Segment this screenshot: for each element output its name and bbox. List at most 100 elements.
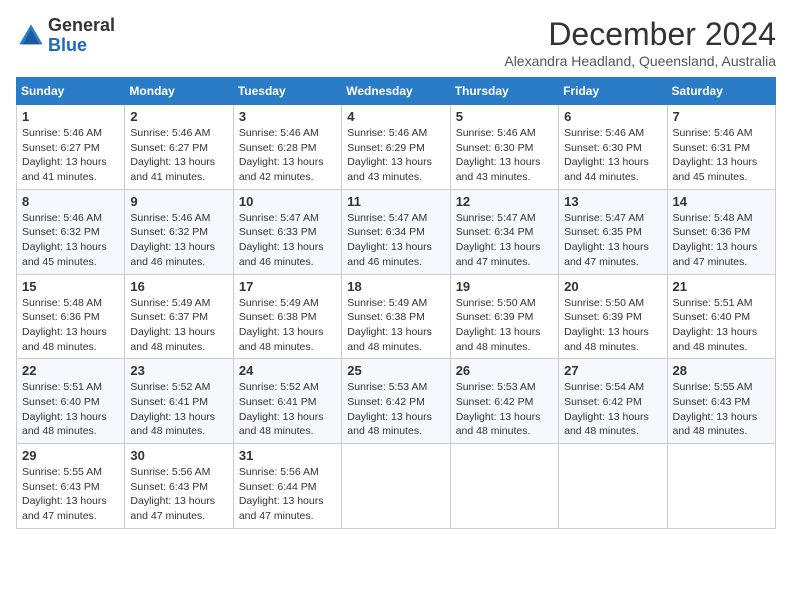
calendar-week-4: 22 Sunrise: 5:51 AMSunset: 6:40 PMDaylig… xyxy=(17,359,776,444)
day-info: Sunrise: 5:47 AMSunset: 6:34 PMDaylight:… xyxy=(347,212,432,268)
day-number: 16 xyxy=(130,279,227,294)
calendar-cell xyxy=(667,444,775,529)
col-header-monday: Monday xyxy=(125,78,233,105)
day-number: 22 xyxy=(22,363,119,378)
calendar-header-row: SundayMondayTuesdayWednesdayThursdayFrid… xyxy=(17,78,776,105)
calendar-cell: 20 Sunrise: 5:50 AMSunset: 6:39 PMDaylig… xyxy=(559,274,667,359)
day-info: Sunrise: 5:51 AMSunset: 6:40 PMDaylight:… xyxy=(673,297,758,353)
calendar-cell: 5 Sunrise: 5:46 AMSunset: 6:30 PMDayligh… xyxy=(450,105,558,190)
calendar-cell: 30 Sunrise: 5:56 AMSunset: 6:43 PMDaylig… xyxy=(125,444,233,529)
calendar-cell: 6 Sunrise: 5:46 AMSunset: 6:30 PMDayligh… xyxy=(559,105,667,190)
day-info: Sunrise: 5:47 AMSunset: 6:33 PMDaylight:… xyxy=(239,212,324,268)
day-info: Sunrise: 5:50 AMSunset: 6:39 PMDaylight:… xyxy=(456,297,541,353)
calendar-cell: 24 Sunrise: 5:52 AMSunset: 6:41 PMDaylig… xyxy=(233,359,341,444)
day-number: 27 xyxy=(564,363,661,378)
day-info: Sunrise: 5:53 AMSunset: 6:42 PMDaylight:… xyxy=(347,381,432,437)
logo-icon xyxy=(16,21,46,51)
col-header-sunday: Sunday xyxy=(17,78,125,105)
day-number: 24 xyxy=(239,363,336,378)
calendar-cell: 13 Sunrise: 5:47 AMSunset: 6:35 PMDaylig… xyxy=(559,189,667,274)
day-number: 26 xyxy=(456,363,553,378)
calendar-cell: 7 Sunrise: 5:46 AMSunset: 6:31 PMDayligh… xyxy=(667,105,775,190)
calendar-cell: 10 Sunrise: 5:47 AMSunset: 6:33 PMDaylig… xyxy=(233,189,341,274)
day-info: Sunrise: 5:56 AMSunset: 6:44 PMDaylight:… xyxy=(239,466,324,522)
day-number: 1 xyxy=(22,109,119,124)
calendar-cell: 2 Sunrise: 5:46 AMSunset: 6:27 PMDayligh… xyxy=(125,105,233,190)
calendar-cell: 17 Sunrise: 5:49 AMSunset: 6:38 PMDaylig… xyxy=(233,274,341,359)
calendar-week-3: 15 Sunrise: 5:48 AMSunset: 6:36 PMDaylig… xyxy=(17,274,776,359)
day-info: Sunrise: 5:46 AMSunset: 6:28 PMDaylight:… xyxy=(239,127,324,183)
day-info: Sunrise: 5:46 AMSunset: 6:32 PMDaylight:… xyxy=(130,212,215,268)
day-number: 10 xyxy=(239,194,336,209)
calendar-cell: 1 Sunrise: 5:46 AMSunset: 6:27 PMDayligh… xyxy=(17,105,125,190)
day-info: Sunrise: 5:46 AMSunset: 6:27 PMDaylight:… xyxy=(130,127,215,183)
day-number: 18 xyxy=(347,279,444,294)
day-number: 2 xyxy=(130,109,227,124)
day-number: 5 xyxy=(456,109,553,124)
calendar-cell: 29 Sunrise: 5:55 AMSunset: 6:43 PMDaylig… xyxy=(17,444,125,529)
day-info: Sunrise: 5:49 AMSunset: 6:38 PMDaylight:… xyxy=(239,297,324,353)
day-info: Sunrise: 5:46 AMSunset: 6:31 PMDaylight:… xyxy=(673,127,758,183)
day-number: 13 xyxy=(564,194,661,209)
day-number: 30 xyxy=(130,448,227,463)
calendar-week-1: 1 Sunrise: 5:46 AMSunset: 6:27 PMDayligh… xyxy=(17,105,776,190)
calendar-cell: 27 Sunrise: 5:54 AMSunset: 6:42 PMDaylig… xyxy=(559,359,667,444)
day-info: Sunrise: 5:46 AMSunset: 6:30 PMDaylight:… xyxy=(564,127,649,183)
day-info: Sunrise: 5:46 AMSunset: 6:30 PMDaylight:… xyxy=(456,127,541,183)
calendar-cell: 25 Sunrise: 5:53 AMSunset: 6:42 PMDaylig… xyxy=(342,359,450,444)
logo-blue-text: Blue xyxy=(48,35,87,55)
day-info: Sunrise: 5:49 AMSunset: 6:37 PMDaylight:… xyxy=(130,297,215,353)
calendar-table: SundayMondayTuesdayWednesdayThursdayFrid… xyxy=(16,77,776,529)
day-info: Sunrise: 5:47 AMSunset: 6:35 PMDaylight:… xyxy=(564,212,649,268)
calendar-cell: 26 Sunrise: 5:53 AMSunset: 6:42 PMDaylig… xyxy=(450,359,558,444)
title-block: December 2024 Alexandra Headland, Queens… xyxy=(504,16,776,69)
calendar-cell: 8 Sunrise: 5:46 AMSunset: 6:32 PMDayligh… xyxy=(17,189,125,274)
calendar-week-5: 29 Sunrise: 5:55 AMSunset: 6:43 PMDaylig… xyxy=(17,444,776,529)
day-number: 4 xyxy=(347,109,444,124)
calendar-week-2: 8 Sunrise: 5:46 AMSunset: 6:32 PMDayligh… xyxy=(17,189,776,274)
day-number: 21 xyxy=(673,279,770,294)
col-header-saturday: Saturday xyxy=(667,78,775,105)
day-number: 15 xyxy=(22,279,119,294)
calendar-cell: 3 Sunrise: 5:46 AMSunset: 6:28 PMDayligh… xyxy=(233,105,341,190)
calendar-cell: 19 Sunrise: 5:50 AMSunset: 6:39 PMDaylig… xyxy=(450,274,558,359)
col-header-tuesday: Tuesday xyxy=(233,78,341,105)
logo-general-text: General xyxy=(48,15,115,35)
day-info: Sunrise: 5:47 AMSunset: 6:34 PMDaylight:… xyxy=(456,212,541,268)
day-number: 6 xyxy=(564,109,661,124)
day-number: 19 xyxy=(456,279,553,294)
day-info: Sunrise: 5:46 AMSunset: 6:32 PMDaylight:… xyxy=(22,212,107,268)
day-info: Sunrise: 5:50 AMSunset: 6:39 PMDaylight:… xyxy=(564,297,649,353)
day-number: 11 xyxy=(347,194,444,209)
calendar-cell: 4 Sunrise: 5:46 AMSunset: 6:29 PMDayligh… xyxy=(342,105,450,190)
calendar-cell: 11 Sunrise: 5:47 AMSunset: 6:34 PMDaylig… xyxy=(342,189,450,274)
day-info: Sunrise: 5:48 AMSunset: 6:36 PMDaylight:… xyxy=(673,212,758,268)
sub-title: Alexandra Headland, Queensland, Australi… xyxy=(504,53,776,69)
logo: General Blue xyxy=(16,16,115,56)
day-info: Sunrise: 5:55 AMSunset: 6:43 PMDaylight:… xyxy=(22,466,107,522)
col-header-friday: Friday xyxy=(559,78,667,105)
calendar-cell: 15 Sunrise: 5:48 AMSunset: 6:36 PMDaylig… xyxy=(17,274,125,359)
day-number: 17 xyxy=(239,279,336,294)
calendar-cell: 12 Sunrise: 5:47 AMSunset: 6:34 PMDaylig… xyxy=(450,189,558,274)
day-number: 20 xyxy=(564,279,661,294)
day-info: Sunrise: 5:52 AMSunset: 6:41 PMDaylight:… xyxy=(130,381,215,437)
calendar-cell: 21 Sunrise: 5:51 AMSunset: 6:40 PMDaylig… xyxy=(667,274,775,359)
calendar-cell: 22 Sunrise: 5:51 AMSunset: 6:40 PMDaylig… xyxy=(17,359,125,444)
day-info: Sunrise: 5:49 AMSunset: 6:38 PMDaylight:… xyxy=(347,297,432,353)
day-info: Sunrise: 5:52 AMSunset: 6:41 PMDaylight:… xyxy=(239,381,324,437)
calendar-cell: 28 Sunrise: 5:55 AMSunset: 6:43 PMDaylig… xyxy=(667,359,775,444)
col-header-wednesday: Wednesday xyxy=(342,78,450,105)
day-number: 23 xyxy=(130,363,227,378)
day-number: 31 xyxy=(239,448,336,463)
day-number: 25 xyxy=(347,363,444,378)
page-header: General Blue December 2024 Alexandra Hea… xyxy=(16,16,776,69)
day-number: 9 xyxy=(130,194,227,209)
day-info: Sunrise: 5:46 AMSunset: 6:27 PMDaylight:… xyxy=(22,127,107,183)
day-number: 8 xyxy=(22,194,119,209)
day-info: Sunrise: 5:54 AMSunset: 6:42 PMDaylight:… xyxy=(564,381,649,437)
calendar-cell: 31 Sunrise: 5:56 AMSunset: 6:44 PMDaylig… xyxy=(233,444,341,529)
day-info: Sunrise: 5:53 AMSunset: 6:42 PMDaylight:… xyxy=(456,381,541,437)
calendar-cell xyxy=(342,444,450,529)
day-info: Sunrise: 5:48 AMSunset: 6:36 PMDaylight:… xyxy=(22,297,107,353)
